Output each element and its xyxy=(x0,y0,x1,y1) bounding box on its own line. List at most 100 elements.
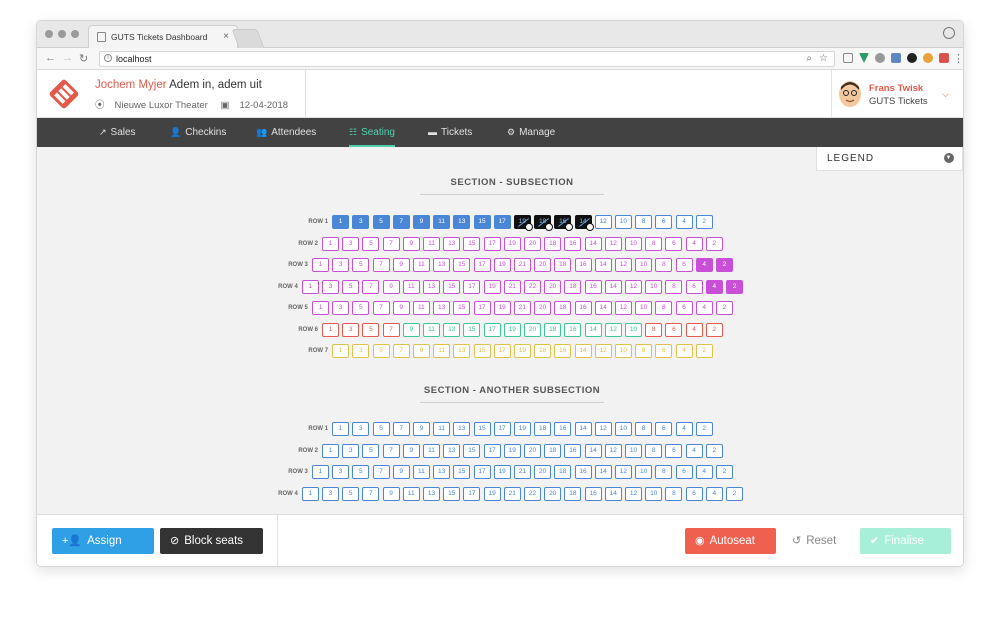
seat[interactable]: 15 xyxy=(443,486,461,501)
seat[interactable]: 4 xyxy=(685,443,703,458)
seat[interactable]: 12 xyxy=(594,344,612,358)
seat[interactable]: 1 xyxy=(322,443,339,458)
seat[interactable]: 13 xyxy=(433,301,451,315)
seat[interactable]: 15 xyxy=(473,422,491,436)
seat[interactable]: 21 xyxy=(513,301,531,315)
finalise-button[interactable]: ✔ Finalise xyxy=(860,528,951,554)
seat[interactable]: 8 xyxy=(645,443,663,458)
seat[interactable]: 2 xyxy=(695,422,713,436)
seat[interactable]: 14 xyxy=(584,236,602,251)
seat[interactable]: 9 xyxy=(382,279,400,294)
seat[interactable]: 14 xyxy=(574,344,592,358)
seat[interactable]: 15 xyxy=(463,443,481,458)
seat[interactable]: 15 xyxy=(463,322,481,337)
user-menu[interactable]: Frans Twisk GUTS Tickets ⌵ xyxy=(839,81,949,111)
seat[interactable]: 2 xyxy=(695,344,713,358)
seat[interactable]: 3 xyxy=(332,301,350,315)
chevron-down-icon[interactable]: ⌵ xyxy=(942,89,949,100)
seat[interactable]: 20 xyxy=(544,486,562,501)
seat[interactable]: 14 xyxy=(584,322,602,337)
seat[interactable]: 9 xyxy=(402,322,420,337)
seat[interactable]: 12 xyxy=(604,322,622,337)
seat[interactable]: 11 xyxy=(433,422,451,436)
seat[interactable]: 3 xyxy=(322,486,339,501)
reset-button[interactable]: ↺ Reset xyxy=(782,528,852,554)
tab-sales[interactable]: ↗ Sales xyxy=(99,118,136,147)
seat[interactable]: 10 xyxy=(625,322,642,337)
seat[interactable]: 16 xyxy=(554,422,572,436)
seat[interactable]: 4 xyxy=(675,344,693,358)
seat[interactable]: 21 xyxy=(503,279,521,294)
seat[interactable]: 18 xyxy=(534,422,552,436)
vue-devtools-icon[interactable] xyxy=(859,53,869,63)
seat[interactable]: 10 xyxy=(625,236,642,251)
seat[interactable]: 19 xyxy=(503,443,521,458)
seat[interactable]: 15 xyxy=(463,236,481,251)
seat[interactable]: 12 xyxy=(604,236,622,251)
seat[interactable]: 19 xyxy=(483,279,501,294)
seat[interactable]: 20 xyxy=(524,322,541,337)
seat[interactable]: 14 xyxy=(584,443,602,458)
seat[interactable]: 4 xyxy=(695,258,713,272)
seat[interactable]: 3 xyxy=(322,279,339,294)
seat[interactable]: 20 xyxy=(534,465,552,479)
seat[interactable]: 17 xyxy=(473,258,491,272)
seat[interactable]: 9 xyxy=(412,215,430,229)
seat[interactable]: 3 xyxy=(352,215,370,229)
seat[interactable]: 22 xyxy=(524,279,541,294)
seat[interactable]: 16 xyxy=(584,279,602,294)
seat[interactable]: 7 xyxy=(392,344,410,358)
tab-close-icon[interactable]: × xyxy=(223,31,229,42)
seat[interactable]: 12 xyxy=(614,465,632,479)
seat[interactable]: 10 xyxy=(645,279,663,294)
new-tab-button[interactable] xyxy=(231,29,265,48)
seat[interactable]: 3 xyxy=(342,443,360,458)
seat[interactable]: 16 xyxy=(554,215,574,231)
seat[interactable]: 2 xyxy=(705,236,723,251)
seat[interactable]: 1 xyxy=(311,301,329,315)
seat[interactable]: 16 xyxy=(584,486,602,501)
seat[interactable]: 14 xyxy=(594,465,612,479)
seat[interactable]: 7 xyxy=(372,301,390,315)
seat[interactable]: 12 xyxy=(594,215,612,229)
seat[interactable]: 2 xyxy=(705,322,723,337)
seat[interactable]: 13 xyxy=(453,344,471,358)
seat[interactable]: 7 xyxy=(382,236,400,251)
tab-attendees[interactable]: 👥 Attendees xyxy=(256,118,316,147)
seat[interactable]: 17 xyxy=(463,279,481,294)
tab-checkins[interactable]: 👤 Checkins xyxy=(170,118,226,147)
seat[interactable]: 22 xyxy=(524,486,541,501)
seat[interactable]: 5 xyxy=(372,422,390,436)
seat[interactable]: 10 xyxy=(614,422,632,436)
seat[interactable]: 2 xyxy=(715,465,733,479)
seat[interactable]: 16 xyxy=(574,465,592,479)
seat[interactable]: 5 xyxy=(342,486,360,501)
seat[interactable]: 7 xyxy=(392,422,410,436)
seat[interactable]: 11 xyxy=(423,443,440,458)
seat[interactable]: 6 xyxy=(655,422,673,436)
assign-seat-button[interactable]: +👤 Assign seat xyxy=(52,528,154,566)
seat[interactable]: 11 xyxy=(402,279,420,294)
seat[interactable]: 5 xyxy=(352,258,370,272)
seat[interactable]: 20 xyxy=(534,258,552,272)
seat[interactable]: 18 xyxy=(544,236,562,251)
seat[interactable]: 5 xyxy=(372,344,390,358)
url-bar[interactable]: i localhost ⌕ ☆ xyxy=(99,51,835,67)
seat[interactable]: 3 xyxy=(332,465,350,479)
seat[interactable]: 19 xyxy=(513,215,533,231)
seat[interactable]: 8 xyxy=(635,422,653,436)
seat[interactable]: 12 xyxy=(625,279,642,294)
seat[interactable]: 14 xyxy=(604,279,622,294)
seat[interactable]: 1 xyxy=(322,236,339,251)
seat[interactable]: 15 xyxy=(443,279,461,294)
seat[interactable]: 18 xyxy=(534,215,554,231)
seat[interactable]: 16 xyxy=(564,443,582,458)
seat[interactable]: 12 xyxy=(614,258,632,272)
seat[interactable]: 9 xyxy=(392,258,410,272)
reload-icon[interactable]: ↻ xyxy=(79,52,88,65)
seat[interactable]: 6 xyxy=(655,344,673,358)
seat[interactable]: 2 xyxy=(715,301,733,315)
seat[interactable]: 15 xyxy=(453,301,471,315)
legend-dropdown[interactable]: LEGEND ▼ xyxy=(816,147,963,171)
profile-icon[interactable] xyxy=(943,27,955,39)
